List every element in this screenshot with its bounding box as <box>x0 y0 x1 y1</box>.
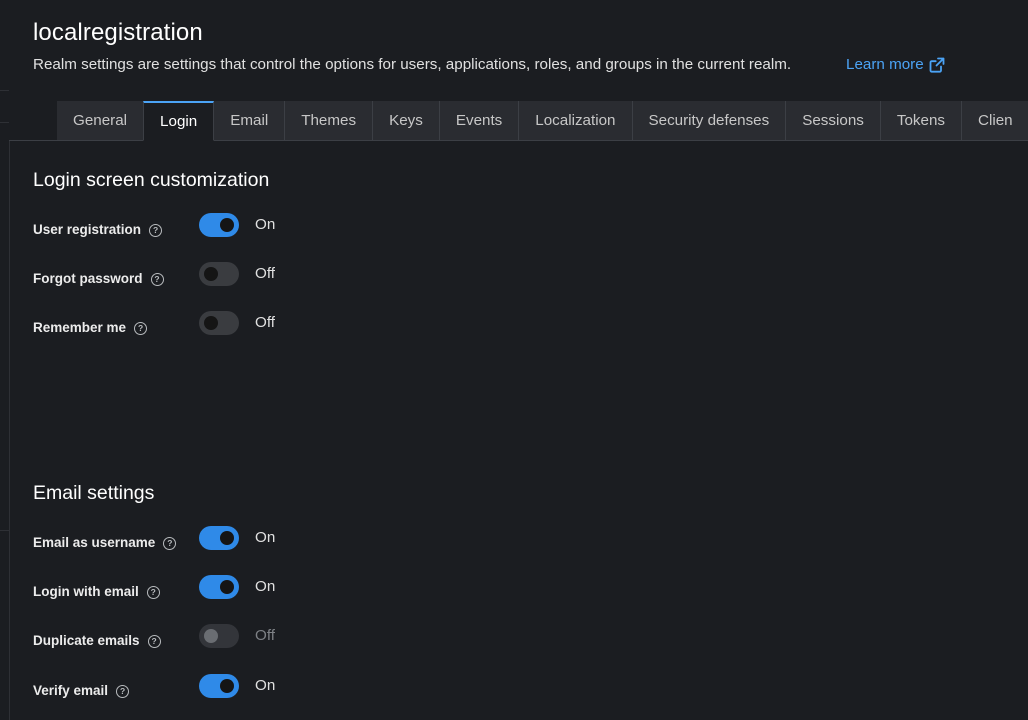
switch-state-label: On <box>255 216 276 233</box>
tab-email[interactable]: Email <box>214 101 285 141</box>
login-section-title: Login screen customization <box>33 169 270 191</box>
remember-me-switch[interactable] <box>199 311 239 335</box>
forgot-password-switch[interactable] <box>199 262 239 286</box>
setting-label: Forgot password <box>33 271 143 286</box>
help-icon[interactable]: ? <box>149 223 163 237</box>
login-with-email-switch[interactable] <box>199 575 239 599</box>
setting-row-user-registration: User registration? On <box>33 213 433 247</box>
learn-more-label: Learn more <box>846 56 924 73</box>
setting-row-duplicate-emails: Duplicate emails? Off <box>33 624 433 658</box>
setting-label: Verify email <box>33 683 109 698</box>
setting-label-group: User registration? <box>33 221 163 239</box>
setting-label-group: Login with email? <box>33 583 160 601</box>
setting-row-email-as-username: Email as username? On <box>33 526 433 560</box>
help-icon[interactable]: ? <box>116 684 130 698</box>
setting-row-verify-email: Verify email? On <box>33 674 433 708</box>
setting-row-forgot-password: Forgot password? Off <box>33 262 433 296</box>
external-link-icon <box>929 57 945 73</box>
setting-row-remember-me: Remember me? Off <box>33 311 433 345</box>
switch-knob <box>204 629 218 643</box>
setting-label: Duplicate emails <box>33 633 140 648</box>
tab-events[interactable]: Events <box>438 101 519 141</box>
switch-state-label: Off <box>255 627 275 644</box>
switch-knob <box>220 218 234 232</box>
tab-general[interactable]: General <box>57 101 144 141</box>
setting-label-group: Duplicate emails? <box>33 632 161 650</box>
help-icon[interactable]: ? <box>147 634 161 648</box>
help-icon[interactable]: ? <box>150 272 164 286</box>
realm-settings-page: localregistration Realm settings are set… <box>0 0 1028 720</box>
switch-knob <box>220 679 234 693</box>
tab-login[interactable]: Login <box>143 101 215 141</box>
tab-security-defenses[interactable]: Security defenses <box>631 101 786 141</box>
setting-label-group: Remember me? <box>33 319 148 337</box>
page-title: localregistration <box>33 19 203 46</box>
help-icon[interactable]: ? <box>146 585 160 599</box>
tab-tokens[interactable]: Tokens <box>879 101 961 141</box>
tab-clien[interactable]: Clien <box>961 101 1028 141</box>
setting-label-group: Email as username? <box>33 534 177 552</box>
learn-more-link[interactable]: Learn more <box>846 56 945 73</box>
switch-knob <box>220 531 234 545</box>
email-section-title: Email settings <box>33 482 155 504</box>
switch-state-label: Off <box>255 265 275 282</box>
switch-knob <box>204 267 218 281</box>
page-description: Realm settings are settings that control… <box>33 56 792 73</box>
setting-label-group: Verify email? <box>33 682 130 700</box>
setting-label-group: Forgot password? <box>33 270 164 288</box>
switch-knob <box>204 316 218 330</box>
help-icon[interactable]: ? <box>134 321 148 335</box>
switch-state-label: Off <box>255 314 275 331</box>
email-as-username-switch[interactable] <box>199 526 239 550</box>
help-icon[interactable]: ? <box>163 536 177 550</box>
user-registration-switch[interactable] <box>199 213 239 237</box>
duplicate-emails-switch <box>199 624 239 648</box>
tab-themes[interactable]: Themes <box>284 101 373 141</box>
setting-label: Remember me <box>33 320 127 335</box>
tab-divider <box>9 140 57 141</box>
switch-knob <box>220 580 234 594</box>
verify-email-switch[interactable] <box>199 674 239 698</box>
setting-label: Email as username <box>33 535 156 550</box>
switch-state-label: On <box>255 529 276 546</box>
tab-sessions[interactable]: Sessions <box>785 101 880 141</box>
switch-state-label: On <box>255 677 276 694</box>
settings-tabs: General Login Email Themes Keys Events Localiz… <box>57 101 1028 141</box>
tab-localization[interactable]: Localization <box>518 101 632 141</box>
setting-row-login-with-email: Login with email? On <box>33 575 433 609</box>
tab-keys[interactable]: Keys <box>372 101 439 141</box>
setting-label: Login with email <box>33 584 139 599</box>
setting-label: User registration <box>33 222 142 237</box>
switch-state-label: On <box>255 578 276 595</box>
